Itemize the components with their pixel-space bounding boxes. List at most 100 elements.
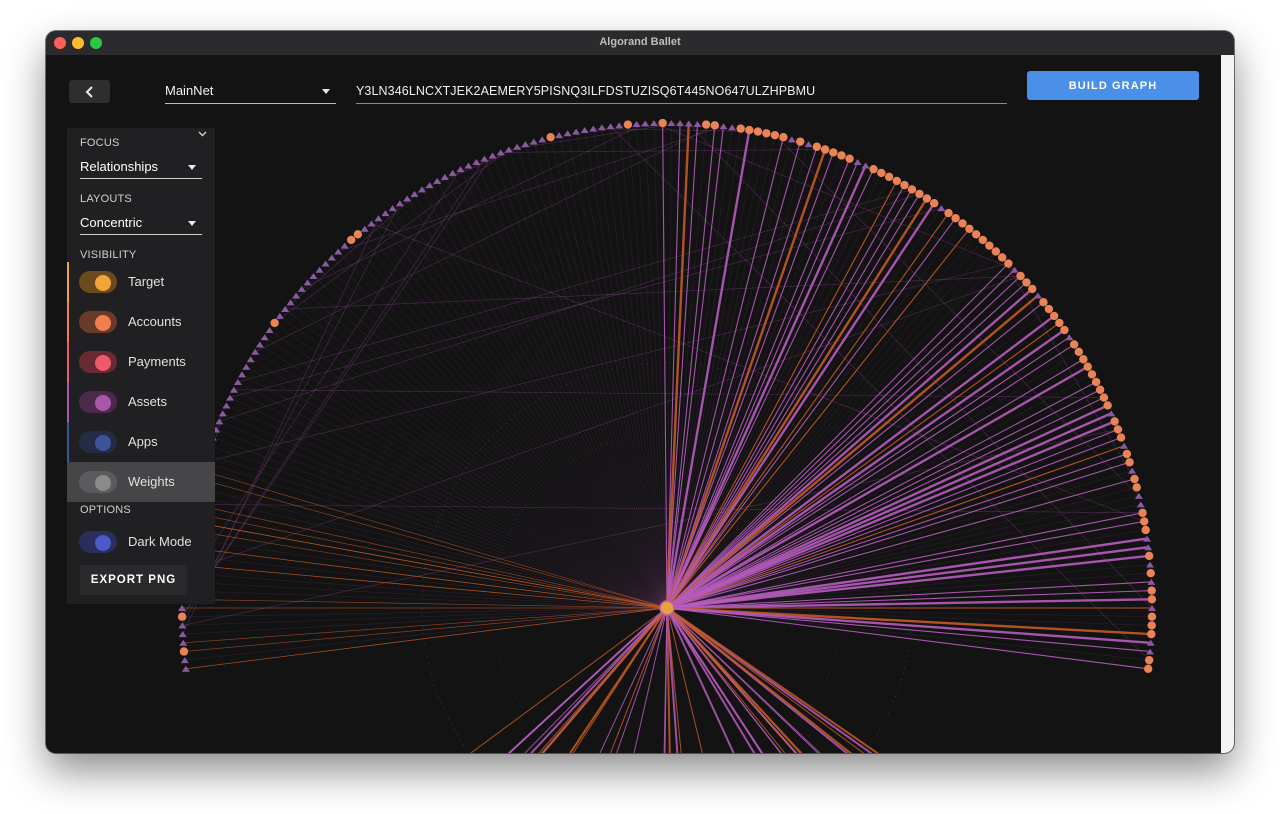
asset-node <box>472 159 481 166</box>
toggle-dark-mode[interactable]: Dark Mode <box>67 522 215 562</box>
graph-edge <box>290 302 668 609</box>
asset-node <box>853 159 862 166</box>
graph-edge <box>666 607 764 753</box>
graph-edge <box>185 607 668 670</box>
toggle-accounts-label: Accounts <box>128 314 182 329</box>
back-button[interactable] <box>69 80 110 103</box>
graph-edge <box>313 275 668 609</box>
asset-node <box>504 146 513 153</box>
asset-node <box>327 254 336 261</box>
asset-node <box>676 120 685 127</box>
graph-edge <box>237 381 668 609</box>
account-node <box>1079 355 1088 364</box>
graph-edge <box>183 607 668 644</box>
graph-edge <box>525 144 668 609</box>
chevron-down-icon[interactable] <box>198 131 207 137</box>
export-png-button[interactable]: EXPORT PNG <box>80 565 187 595</box>
asset-node <box>632 120 641 127</box>
asset-node <box>233 379 242 386</box>
account-node <box>1099 393 1109 402</box>
graph-edge <box>666 172 882 609</box>
dropdown-arrow-icon <box>188 221 196 226</box>
toggle-weights-label: Weights <box>128 474 175 489</box>
address-input[interactable]: Y3LN346LNCXTJEK2AEMERY5PISNQ3ILFDSTUZISQ… <box>356 79 1007 104</box>
row-accent-bar <box>67 262 69 302</box>
asset-node <box>388 205 397 212</box>
graph-edge <box>399 203 668 609</box>
account-node <box>900 180 909 190</box>
asset-node <box>340 242 349 249</box>
focus-select-value: Relationships <box>80 159 159 174</box>
window-scrollbar[interactable] <box>1221 55 1234 753</box>
build-graph-button[interactable]: BUILD GRAPH <box>1027 71 1199 100</box>
toggle-target[interactable]: Target <box>67 262 215 302</box>
graph-edge <box>233 389 668 609</box>
account-node <box>1022 278 1031 287</box>
account-node <box>1147 612 1157 621</box>
network-select[interactable]: MainNet <box>165 79 336 104</box>
account-node <box>837 151 846 160</box>
asset-node <box>615 122 624 129</box>
account-node <box>958 219 967 228</box>
account-node <box>1144 655 1154 665</box>
graph-edge <box>325 263 668 609</box>
account-node <box>869 164 878 174</box>
graph-edge <box>182 607 668 617</box>
toggle-assets[interactable]: Assets <box>67 382 215 422</box>
account-node <box>991 247 1001 256</box>
asset-node <box>563 130 572 137</box>
toggle-target-label: Target <box>128 274 165 289</box>
graph-canvas[interactable] <box>46 55 1221 753</box>
account-node <box>1147 595 1157 604</box>
graph-edge <box>666 374 1093 609</box>
account-node <box>736 124 745 133</box>
account-node <box>971 230 981 239</box>
options-label: OPTIONS <box>80 504 131 516</box>
toggle-knob <box>95 435 111 451</box>
graph-edge <box>666 607 1150 661</box>
account-node <box>179 647 189 656</box>
asset-node <box>260 334 269 341</box>
graph-edge <box>182 598 668 609</box>
account-node <box>820 145 830 154</box>
asset-node <box>395 200 404 207</box>
asset-node <box>381 210 390 217</box>
graph-edge <box>452 172 668 609</box>
asset-node <box>403 195 412 202</box>
toggle-apps[interactable]: Apps <box>67 422 215 462</box>
asset-node <box>480 155 489 162</box>
graph-edge <box>183 607 668 652</box>
focus-select[interactable]: Relationships <box>80 156 202 179</box>
graph-edge <box>666 135 776 609</box>
settings-panel: FOCUS Relationships LAYOUTS Concentric V… <box>67 128 215 604</box>
toggle-assets-label: Assets <box>128 394 168 409</box>
asset-node <box>226 394 235 401</box>
account-node <box>1138 508 1147 518</box>
row-accent-bar <box>67 422 69 462</box>
account-node <box>812 142 822 151</box>
asset-node <box>181 665 190 672</box>
account-node <box>829 148 838 157</box>
graph-edge <box>307 282 668 609</box>
account-node <box>877 168 886 178</box>
account-node <box>1055 318 1064 328</box>
graph-edge <box>185 546 668 609</box>
toggle-weights[interactable]: Weights <box>67 462 215 502</box>
layouts-select[interactable]: Concentric <box>80 212 202 235</box>
toggle-accounts[interactable]: Accounts <box>67 302 215 342</box>
account-node <box>1116 433 1126 442</box>
asset-node <box>684 120 693 127</box>
asset-node <box>309 272 318 279</box>
account-node <box>951 214 960 223</box>
graph-edge <box>241 374 668 609</box>
asset-node <box>275 312 284 319</box>
graph-edge <box>181 155 493 617</box>
asset-node <box>667 120 676 127</box>
dropdown-arrow-icon <box>188 165 196 170</box>
asset-node <box>555 132 564 139</box>
toggle-dark-mode-label: Dark Mode <box>128 534 192 549</box>
account-node <box>1044 304 1054 314</box>
toggle-payments[interactable]: Payments <box>67 342 215 382</box>
asset-node <box>242 363 251 370</box>
account-node <box>177 612 187 621</box>
